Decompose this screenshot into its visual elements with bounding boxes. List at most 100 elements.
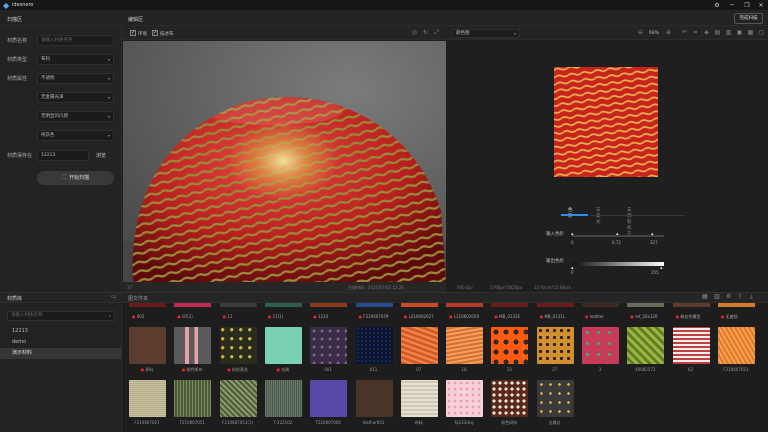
material-name-input[interactable]: 请输入材质名称 [37, 35, 114, 46]
material-thumbnail[interactable] [446, 380, 484, 417]
metal-select[interactable]: 无金属光泽 ▾ [37, 92, 114, 103]
save-location-input[interactable]: 12213 [37, 150, 89, 161]
material-thumbnail[interactable] [264, 327, 302, 364]
thumbnail-strip[interactable] [355, 303, 393, 307]
thumbnail-strip[interactable] [174, 303, 212, 307]
opacity-select[interactable]: 不透明 ▾ [37, 73, 114, 84]
material-3d-viewport[interactable] [123, 41, 446, 282]
import-icon[interactable]: ⇪ [738, 293, 743, 300]
material-thumbnail[interactable] [536, 380, 574, 417]
grid-view-icon[interactable]: ▦ [702, 293, 708, 300]
zoom-in-icon[interactable]: ⊕ [664, 29, 673, 37]
rotate-icon[interactable]: ↻ [421, 29, 430, 37]
color-select[interactable]: 纯灰色 ▾ [37, 130, 114, 141]
material-thumbnail[interactable] [310, 380, 348, 417]
thumbnail-strip[interactable] [717, 303, 755, 307]
settings-icon[interactable]: ⚙ [726, 293, 731, 300]
thumbnail-strip[interactable] [491, 303, 529, 307]
thumbnail-strip[interactable] [129, 303, 166, 307]
new-folder-icon[interactable]: ▭ [111, 293, 117, 300]
thumbnail-name: F210607027 [134, 420, 160, 425]
material-thumbnail[interactable] [219, 327, 257, 364]
material-thumbnail[interactable] [129, 380, 166, 417]
material-thumbnail[interactable] [672, 327, 710, 364]
material-thumbnail[interactable] [219, 380, 257, 417]
minimize-button[interactable]: ─ [727, 1, 737, 10]
delete-icon[interactable]: ▥ [714, 293, 720, 300]
layers-icon[interactable]: ▤ [713, 29, 722, 37]
browse-button[interactable]: 浏览 [96, 152, 106, 159]
thumbnail-label: 18 [442, 367, 486, 372]
material-thumbnail[interactable] [400, 380, 438, 417]
thumbnail-strip[interactable] [264, 303, 302, 307]
crop-icon[interactable]: ⌗ [691, 29, 700, 37]
grid-icon[interactable]: ▦ [746, 29, 755, 37]
material-thumbnail[interactable] [582, 327, 619, 364]
app-logo-icon: ◆ [3, 1, 10, 10]
tab-levels[interactable]: 色阶 [568, 207, 573, 219]
thumbnail-label: F210607051 [170, 420, 214, 425]
close-button[interactable]: ✕ [756, 1, 766, 10]
material-thumbnail[interactable] [310, 327, 348, 364]
expand-icon[interactable]: ⤢ [432, 29, 441, 37]
output-levels-slider[interactable] [572, 262, 664, 266]
start-scan-button[interactable]: ⛶ 开始扫描 [37, 171, 114, 185]
input-gamma-value: 0.72 [612, 240, 621, 245]
zoom-out-icon[interactable]: ⊖ [636, 29, 645, 37]
material-thumbnail[interactable] [536, 327, 574, 364]
thumbnail-strip[interactable] [446, 303, 484, 307]
material-thumbnail[interactable] [491, 380, 529, 417]
bump-select[interactable]: 无明显凹凸感 ▾ [37, 111, 114, 122]
bg-checkbox[interactable]: ✓ [152, 30, 158, 36]
input-gamma-handle[interactable]: ▴ [616, 231, 619, 237]
material-thumbnail[interactable] [717, 327, 755, 364]
fullscreen-icon[interactable]: ▢ [757, 29, 766, 37]
library-search-input[interactable]: 请输入材质名称 ⌕ [7, 311, 115, 321]
library-item[interactable]: 12213 [0, 326, 122, 337]
undo-icon[interactable]: ↶ [680, 29, 689, 37]
thumbnail-strip[interactable] [400, 303, 438, 307]
material-thumbnail[interactable] [355, 380, 393, 417]
chevron-down-icon: ▾ [513, 31, 516, 36]
bg-checkbox-label: 描述布 [160, 32, 174, 37]
tab-remove-highlight[interactable]: 去高光 [596, 207, 601, 225]
input-black-handle[interactable]: ▴ [571, 231, 574, 237]
trash-icon[interactable]: ▥ [724, 29, 733, 37]
material-thumbnail[interactable] [174, 380, 212, 417]
start-scan-label: 开始扫描 [69, 175, 90, 181]
tab-shadow-correct[interactable]: 去阴影校正 [627, 207, 632, 237]
camera-icon[interactable]: ◎ [410, 29, 419, 37]
thumbnail-strip[interactable] [219, 303, 257, 307]
input-white-handle[interactable]: ▴ [651, 231, 654, 237]
thumbnail-name: 11(1) [272, 314, 284, 319]
material-thumbnail[interactable] [264, 380, 302, 417]
material-thumbnail[interactable] [355, 327, 393, 364]
library-item[interactable]: demo [0, 337, 122, 348]
material-thumbnail[interactable] [627, 327, 665, 364]
output-white-handle[interactable]: ▴ [660, 265, 663, 271]
library-item-selected[interactable]: 演示材料 [0, 348, 122, 359]
map-type-select[interactable]: 颜色图 ▾ [452, 29, 520, 38]
complete-scan-button[interactable]: 完成扫描 [734, 13, 763, 24]
thumbnail-strip[interactable] [672, 303, 710, 307]
env-checkbox[interactable]: ✓ [130, 30, 136, 36]
thumbnail-label: ● F210607079 [359, 314, 389, 319]
thumbnail-strip[interactable] [582, 303, 619, 307]
thumbnail-label: leather001 [352, 420, 396, 425]
thumbnail-strip[interactable] [310, 303, 348, 307]
thumbnail-label: T-222102 [261, 420, 305, 425]
thumbnail-strip[interactable] [536, 303, 574, 307]
material-thumbnail[interactable] [491, 327, 529, 364]
maximize-button[interactable]: ❐ [742, 1, 752, 10]
material-thumbnail[interactable] [129, 327, 166, 364]
settings-icon[interactable]: ⚙ [712, 1, 722, 10]
material-thumbnail[interactable] [446, 327, 484, 364]
material-type-select[interactable]: 布料 ▾ [37, 54, 114, 65]
thumbnail-label: ● MB_0131L [540, 314, 565, 319]
thumbnail-strip[interactable] [627, 303, 665, 307]
export-icon[interactable]: ⤓ [750, 293, 753, 301]
image-icon[interactable]: ▣ [735, 29, 744, 37]
paint-bucket-icon[interactable]: ◈ [702, 29, 711, 37]
material-thumbnail[interactable] [400, 327, 438, 364]
material-thumbnail[interactable] [174, 327, 212, 364]
